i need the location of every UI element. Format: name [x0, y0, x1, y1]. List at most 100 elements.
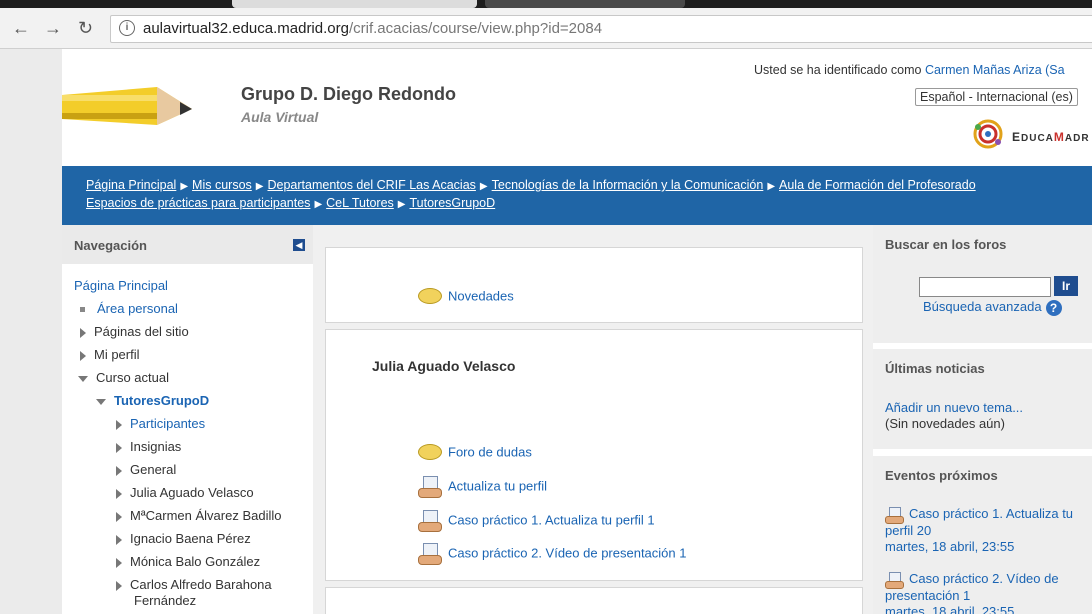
expand-icon: [116, 488, 122, 499]
assignment-icon: [418, 543, 442, 565]
activity-label: Caso práctico 2. Vídeo de presentación 1: [448, 545, 687, 561]
nav-item-general[interactable]: General: [116, 462, 176, 477]
navigation-block: Navegación ◀ Página Principal Área perso…: [62, 225, 313, 614]
section-title: Julia Aguado Velasco: [372, 358, 516, 374]
language-select[interactable]: Español - Internacional (es): [915, 88, 1078, 106]
moodle-frame: Grupo D. Diego Redondo Aula Virtual Uste…: [62, 49, 1092, 614]
nav-label: Curso actual: [96, 370, 169, 385]
nav-item-area-personal[interactable]: Área personal: [80, 301, 178, 316]
nav-label: Carlos Alfredo Barahona: [130, 577, 272, 592]
educamadrid-logo-icon: [973, 119, 1003, 149]
site-title[interactable]: Grupo D. Diego Redondo: [241, 84, 456, 105]
reload-icon[interactable]: ↻: [78, 18, 93, 38]
search-forums-title: Buscar en los foros: [885, 237, 1007, 252]
search-go-button[interactable]: Ir: [1054, 276, 1078, 296]
latest-news-title: Últimas noticias: [885, 361, 985, 376]
assignment-icon: [885, 506, 904, 524]
logo-text-1: E: [1012, 130, 1022, 144]
activity-caso-practico-1[interactable]: Caso práctico 1. Actualiza tu perfil 1: [418, 510, 655, 532]
event-item[interactable]: Caso práctico 1. Actualiza tu perfil 20 m…: [885, 506, 1092, 555]
logo-text-2: DUCA: [1021, 133, 1054, 144]
right-column: Buscar en los foros Ir Búsqueda avanzada…: [873, 225, 1092, 614]
activity-foro-dudas[interactable]: Foro de dudas: [418, 442, 532, 464]
nav-label: Insignias: [130, 439, 182, 454]
logo-text-3: M: [1053, 130, 1065, 144]
advanced-search-link[interactable]: Búsqueda avanzada?: [923, 299, 1062, 316]
course-content: Novedades Julia Aguado Velasco Foro de d…: [313, 225, 873, 614]
help-icon[interactable]: ?: [1045, 299, 1062, 316]
collapse-icon: [96, 398, 106, 405]
activity-caso-practico-2[interactable]: Caso práctico 2. Vídeo de presentación 1: [418, 543, 686, 565]
event-item[interactable]: Caso práctico 2. Vídeo de presentación 1…: [885, 571, 1092, 614]
nav-label: Participantes: [130, 416, 206, 431]
no-news-text: (Sin novedades aún): [885, 416, 1005, 431]
login-info: Usted se ha identificado como Carmen Mañ…: [754, 63, 1065, 77]
site-header: Grupo D. Diego Redondo Aula Virtual Uste…: [62, 49, 1092, 166]
breadcrumb-separator-icon: ▶: [314, 199, 323, 210]
breadcrumb-departamentos[interactable]: Departamentos del CRIF Las Acacias: [267, 178, 475, 192]
activity-novedades[interactable]: Novedades: [418, 286, 514, 308]
nav-item-ignacio[interactable]: Ignacio Baena Pérez: [116, 531, 251, 546]
nav-label: General: [130, 462, 177, 477]
expand-icon: [116, 511, 122, 522]
page-gutter: [0, 49, 62, 614]
nav-item-carlos-line2[interactable]: Fernández: [134, 593, 196, 608]
event-title[interactable]: Caso práctico 2. Vídeo de presentación 1: [885, 571, 1059, 603]
nav-item-monica[interactable]: Mónica Balo González: [116, 554, 260, 569]
event-title[interactable]: Caso práctico 1. Actualiza tu perfil 20: [885, 506, 1073, 538]
browser-tab[interactable]: [485, 0, 685, 8]
add-topic-link[interactable]: Añadir un nuevo tema...: [885, 400, 1023, 415]
address-bar[interactable]: i aulavirtual32.educa.madrid.org/crif.ac…: [110, 15, 1092, 43]
nav-item-curso-actual[interactable]: Curso actual: [78, 370, 169, 385]
nav-item-carlos[interactable]: Carlos Alfredo Barahona: [116, 577, 272, 592]
expand-icon: [116, 465, 122, 476]
breadcrumb-espacios[interactable]: Espacios de prácticas para participantes: [86, 196, 310, 210]
logo-text-4: ADR: [1064, 133, 1090, 144]
nav-item-mcarmen[interactable]: MªCarmen Álvarez Badillo: [116, 508, 281, 523]
breadcrumb: Página Principal ▶ Mis cursos ▶ Departamento…: [62, 166, 1092, 225]
event-date[interactable]: martes, 18 abril, 23:55: [885, 539, 1092, 555]
nav-item-mi-perfil[interactable]: Mi perfil: [80, 347, 140, 362]
activity-label: Novedades: [448, 288, 514, 304]
expand-icon: [116, 419, 122, 430]
breadcrumb-separator-icon: ▶: [767, 181, 776, 192]
forward-icon[interactable]: →: [44, 18, 62, 38]
url-text[interactable]: aulavirtual32.educa.madrid.org/crif.acac…: [143, 20, 602, 37]
breadcrumb-cel-tutores[interactable]: CeL Tutores: [326, 196, 394, 210]
user-profile-link[interactable]: Carmen Mañas Ariza (Sa: [925, 63, 1065, 77]
assignment-icon: [885, 571, 904, 589]
dock-icon[interactable]: ◀: [293, 239, 305, 251]
nav-label: Ignacio Baena Pérez: [130, 531, 251, 546]
assignment-icon: [418, 510, 442, 532]
breadcrumb-aula-formacion[interactable]: Aula de Formación del Profesorado: [779, 178, 976, 192]
nav-home[interactable]: Página Principal: [74, 278, 168, 293]
nav-item-julia[interactable]: Julia Aguado Velasco: [116, 485, 254, 500]
nav-label: Páginas del sitio: [94, 324, 189, 339]
expand-icon: [116, 534, 122, 545]
activity-actualiza-perfil[interactable]: Actualiza tu perfil: [418, 476, 547, 498]
nav-item-course[interactable]: TutoresGrupoD: [96, 393, 209, 408]
search-input[interactable]: [919, 277, 1051, 297]
breadcrumb-course[interactable]: TutoresGrupoD: [409, 196, 495, 210]
nav-item-paginas-sitio[interactable]: Páginas del sitio: [80, 324, 189, 339]
breadcrumb-separator-icon: ▶: [255, 181, 264, 192]
site-info-icon[interactable]: i: [119, 20, 135, 36]
event-date[interactable]: martes, 18 abril, 23:55: [885, 604, 1092, 614]
nav-item-participantes[interactable]: Participantes: [116, 416, 205, 431]
breadcrumb-separator-icon: ▶: [479, 181, 488, 192]
breadcrumb-tic[interactable]: Tecnologías de la Información y la Comun…: [492, 178, 764, 192]
site-subtitle: Aula Virtual: [241, 109, 319, 125]
login-prefix: Usted se ha identificado como: [754, 63, 922, 77]
browser-tab-active[interactable]: [232, 0, 477, 8]
breadcrumb-separator-icon: ▶: [180, 181, 189, 192]
breadcrumb-home[interactable]: Página Principal: [86, 178, 176, 192]
latest-news-block: Últimas noticias Añadir un nuevo tema...…: [873, 349, 1092, 449]
bullet-icon: [80, 307, 85, 313]
breadcrumb-mis-cursos[interactable]: Mis cursos: [192, 178, 252, 192]
nav-item-insignias[interactable]: Insignias: [116, 439, 181, 454]
back-icon[interactable]: ←: [12, 18, 30, 38]
nav-label: Área personal: [97, 301, 178, 316]
browser-toolbar: ← → ↻ i aulavirtual32.educa.madrid.org/c…: [0, 8, 1092, 49]
url-path: /crif.acacias/course/view.php?id=2084: [348, 20, 603, 37]
url-host: aulavirtual32.educa.madrid.org: [143, 20, 349, 37]
